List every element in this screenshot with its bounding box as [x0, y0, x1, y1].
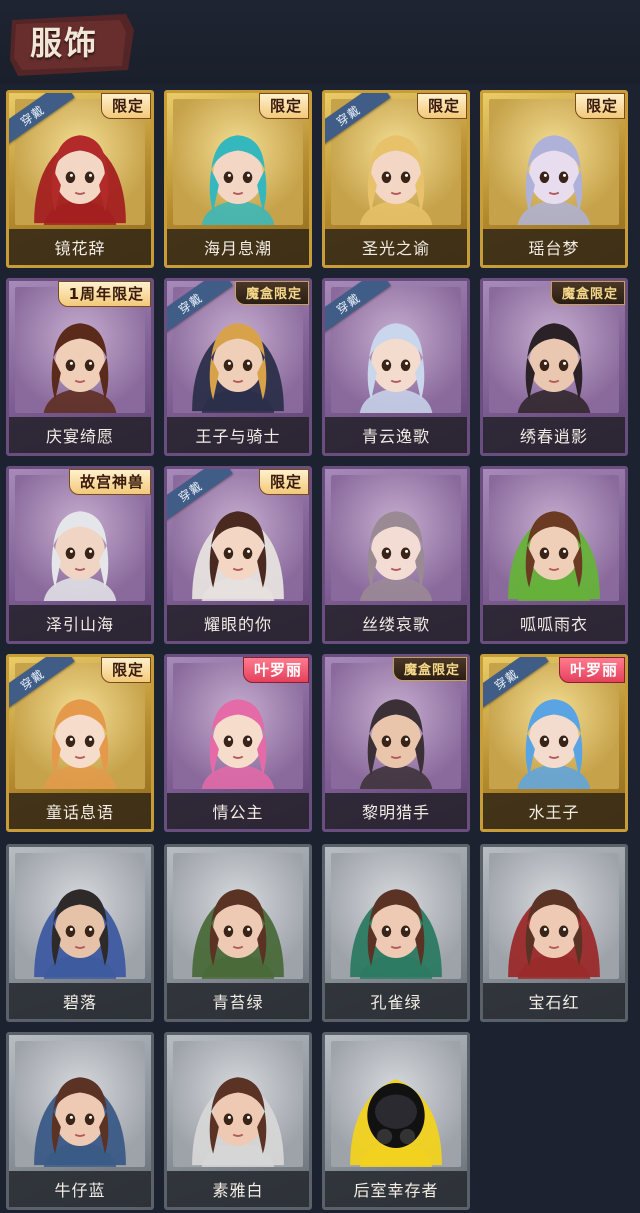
limited-badge: 限定 — [416, 93, 467, 119]
costume-card[interactable]: 穿戴 青云逸歌 — [322, 278, 470, 456]
costume-card[interactable]: 素雅白 — [164, 1032, 312, 1210]
costume-portrait — [15, 1041, 145, 1167]
costume-name: 后室幸存者 — [353, 1181, 439, 1200]
limited-badge: 限定 — [100, 93, 151, 119]
costume-name-bar: 黎明猎手 — [325, 793, 467, 829]
costume-name: 呱呱雨衣 — [519, 615, 588, 634]
costume-name-bar: 孔雀绿 — [325, 983, 467, 1019]
costume-name-bar: 后室幸存者 — [325, 1171, 467, 1207]
costume-name: 青苔绿 — [212, 993, 264, 1012]
costume-name-bar: 海月息潮 — [167, 229, 309, 265]
limited-badge: 故宫神兽 — [68, 469, 151, 495]
costume-name: 丝缕哀歌 — [361, 615, 430, 634]
costume-name: 素雅白 — [212, 1181, 264, 1200]
costume-card[interactable]: 穿戴 限定 镜花辞 — [6, 90, 154, 268]
limited-badge: 魔盒限定 — [234, 281, 309, 305]
costume-name: 瑶台梦 — [528, 239, 580, 258]
costume-name-bar: 镜花辞 — [9, 229, 151, 265]
costume-name: 庆宴绮愿 — [45, 427, 114, 446]
limited-badge: 限定 — [258, 93, 309, 119]
costume-card[interactable]: 宝石红 — [480, 844, 628, 1022]
costume-card[interactable]: 穿戴 限定 耀眼的你 — [164, 466, 312, 644]
costume-portrait — [331, 475, 461, 601]
costume-portrait — [173, 853, 303, 979]
costume-name: 碧落 — [62, 993, 97, 1012]
limited-badge: 叶罗丽 — [242, 657, 309, 683]
costume-card[interactable]: 叶罗丽情公主 — [164, 654, 312, 832]
costume-card[interactable]: 青苔绿 — [164, 844, 312, 1022]
costume-name: 青云逸歌 — [361, 427, 430, 446]
costume-name-bar: 绣春逍影 — [483, 417, 625, 453]
costume-card[interactable]: 限定海月息潮 — [164, 90, 312, 268]
costume-card[interactable]: 丝缕哀歌 — [322, 466, 470, 644]
costume-name: 泽引山海 — [45, 615, 114, 634]
costume-card[interactable]: 牛仔蓝 — [6, 1032, 154, 1210]
costume-card[interactable]: 故宫神兽泽引山海 — [6, 466, 154, 644]
costume-name: 水王子 — [528, 803, 580, 822]
costume-card[interactable]: 孔雀绿 — [322, 844, 470, 1022]
costume-name-bar: 青云逸歌 — [325, 417, 467, 453]
limited-badge: 魔盒限定 — [392, 657, 467, 681]
costume-name-bar: 情公主 — [167, 793, 309, 829]
costume-card[interactable]: 呱呱雨衣 — [480, 466, 628, 644]
costume-card[interactable]: 碧落 — [6, 844, 154, 1022]
limited-badge: 限定 — [574, 93, 625, 119]
costume-portrait — [15, 853, 145, 979]
costume-card[interactable]: 1周年限定庆宴绮愿 — [6, 278, 154, 456]
limited-badge: 1周年限定 — [57, 281, 151, 307]
costume-name: 王子与骑士 — [195, 427, 281, 446]
costume-card[interactable]: 魔盒限定绣春逍影 — [480, 278, 628, 456]
costume-card[interactable]: 穿戴 魔盒限定 王子与骑士 — [164, 278, 312, 456]
costume-name-bar: 庆宴绮愿 — [9, 417, 151, 453]
costume-name-bar: 素雅白 — [167, 1171, 309, 1207]
costume-name: 童话息语 — [45, 803, 114, 822]
costume-portrait — [331, 1041, 461, 1167]
costume-name-bar: 瑶台梦 — [483, 229, 625, 265]
costume-card[interactable]: 后室幸存者 — [322, 1032, 470, 1210]
costume-name: 镜花辞 — [54, 239, 106, 258]
costume-name: 绣春逍影 — [519, 427, 588, 446]
costume-name-bar: 呱呱雨衣 — [483, 605, 625, 641]
costume-name: 情公主 — [212, 803, 264, 822]
costume-portrait — [173, 1041, 303, 1167]
costume-name: 孔雀绿 — [370, 993, 422, 1012]
costume-name: 耀眼的你 — [203, 615, 272, 634]
costume-name-bar: 宝石红 — [483, 983, 625, 1019]
costume-name: 宝石红 — [528, 993, 580, 1012]
limited-badge: 魔盒限定 — [550, 281, 625, 305]
costume-grid: 穿戴 限定 镜花辞 限定 海月息潮 穿戴 限定 圣光之谕 限定 瑶台梦 1周年限… — [0, 0, 640, 1213]
costume-name-bar: 丝缕哀歌 — [325, 605, 467, 641]
costume-name: 海月息潮 — [203, 239, 272, 258]
costume-name-bar: 王子与骑士 — [167, 417, 309, 453]
costume-portrait — [489, 853, 619, 979]
costume-card[interactable]: 限定瑶台梦 — [480, 90, 628, 268]
costume-portrait — [331, 853, 461, 979]
costume-name-bar: 青苔绿 — [167, 983, 309, 1019]
costume-name-bar: 碧落 — [9, 983, 151, 1019]
limited-badge: 叶罗丽 — [558, 657, 625, 683]
costume-name-bar: 圣光之谕 — [325, 229, 467, 265]
costume-name: 圣光之谕 — [361, 239, 430, 258]
costume-name: 牛仔蓝 — [54, 1181, 106, 1200]
costume-card[interactable]: 魔盒限定黎明猎手 — [322, 654, 470, 832]
costume-card[interactable]: 穿戴 限定 圣光之谕 — [322, 90, 470, 268]
limited-badge: 限定 — [100, 657, 151, 683]
costume-name-bar: 泽引山海 — [9, 605, 151, 641]
limited-badge: 限定 — [258, 469, 309, 495]
costume-name: 黎明猎手 — [361, 803, 430, 822]
costume-name-bar: 童话息语 — [9, 793, 151, 829]
costume-name-bar: 水王子 — [483, 793, 625, 829]
costume-portrait — [331, 663, 461, 789]
costume-portrait — [489, 475, 619, 601]
costume-portrait — [489, 287, 619, 413]
costume-card[interactable]: 穿戴 限定 童话息语 — [6, 654, 154, 832]
costume-name-bar: 耀眼的你 — [167, 605, 309, 641]
costume-card[interactable]: 穿戴 叶罗丽 水王子 — [480, 654, 628, 832]
costume-name-bar: 牛仔蓝 — [9, 1171, 151, 1207]
